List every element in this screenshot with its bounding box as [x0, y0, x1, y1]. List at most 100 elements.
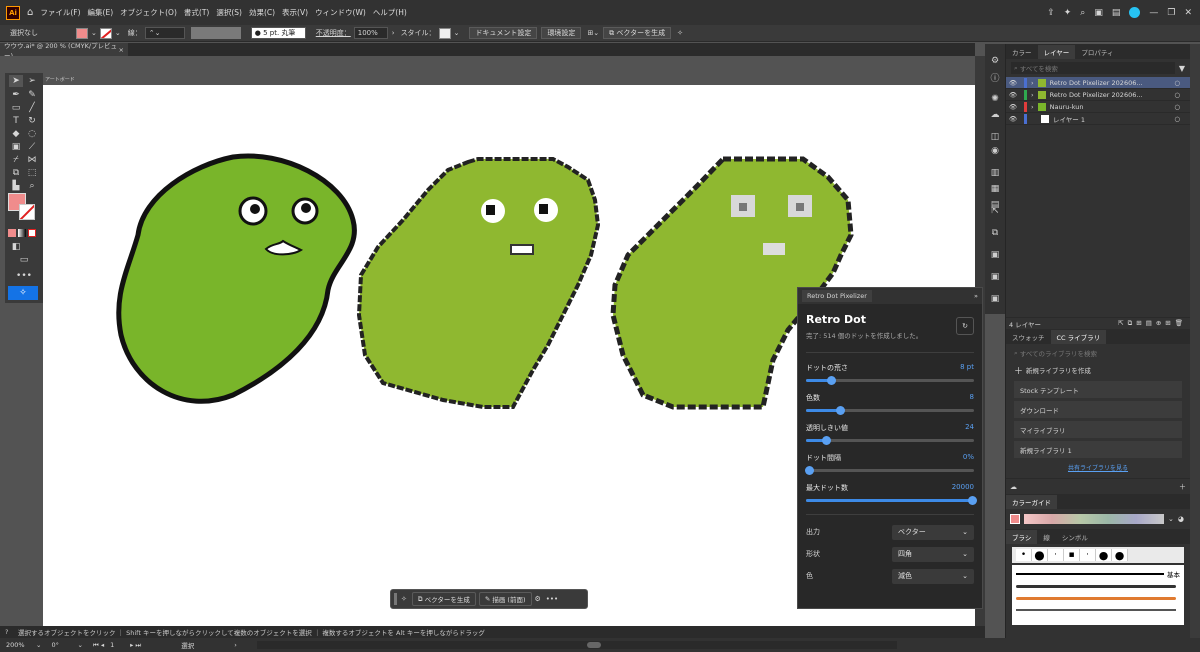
- chevron-down-icon[interactable]: ⌄: [77, 641, 82, 649]
- brushes-icon[interactable]: ☁: [989, 110, 1001, 120]
- layers-search-input[interactable]: ⌕ すべてを検索: [1011, 62, 1175, 74]
- target-icon[interactable]: ○: [1174, 115, 1180, 123]
- target-icon[interactable]: ○: [1174, 79, 1180, 87]
- rotation-field[interactable]: 0°: [51, 641, 77, 649]
- chevron-right-icon[interactable]: ›: [1031, 91, 1034, 99]
- slider-alpha-threshold[interactable]: 透明しきい値 24: [798, 423, 982, 445]
- shared-libraries-link[interactable]: 共有ライブラリを見る: [1006, 463, 1190, 472]
- menu-edit[interactable]: 編集(E): [88, 7, 114, 18]
- close-icon[interactable]: ✕: [1184, 8, 1192, 18]
- cloud-icon[interactable]: [1129, 7, 1141, 18]
- chevron-right-icon[interactable]: ›: [1031, 79, 1034, 87]
- document-tab[interactable]: ウウウ.ai* @ 200 % (CMYK/プレビュー) ×: [0, 42, 128, 60]
- artboard-tool-icon[interactable]: ⬚: [25, 167, 39, 179]
- more-icon[interactable]: •••: [546, 595, 558, 603]
- layer-row[interactable]: 👁 › Retro Dot Pixelizer 202606... ○: [1006, 89, 1190, 101]
- color-select[interactable]: 減色 ⌄: [892, 568, 974, 584]
- plugin-tool-icon[interactable]: ✧: [8, 286, 38, 300]
- magic-icon[interactable]: ✧: [677, 29, 683, 37]
- blend-tool-icon[interactable]: ⋈: [25, 154, 39, 166]
- type-tool-icon[interactable]: T: [9, 115, 23, 127]
- image-trace-icon[interactable]: ▣: [989, 250, 1001, 260]
- properties-icon[interactable]: ⚙: [989, 56, 1001, 66]
- library-item[interactable]: 新規ライブラリ 1: [1014, 441, 1182, 458]
- pen-tool-icon[interactable]: ✒: [9, 89, 23, 101]
- refresh-button[interactable]: ↻: [956, 317, 974, 335]
- draw-mode-icon[interactable]: ◧: [9, 241, 23, 253]
- restore-icon[interactable]: ❐: [1167, 8, 1175, 18]
- stroke-profile[interactable]: [190, 27, 241, 39]
- appearance-icon[interactable]: ✺: [989, 94, 1001, 104]
- target-icon[interactable]: ○: [1174, 91, 1180, 99]
- plugin-panel-icon-b[interactable]: ▣: [989, 294, 1001, 304]
- align-icon[interactable]: ▥: [989, 168, 1001, 178]
- discover-icon[interactable]: ✦: [1064, 8, 1072, 18]
- menu-window[interactable]: ウィンドウ(W): [315, 7, 366, 18]
- collapse-icon[interactable]: »: [974, 292, 978, 300]
- tab-cc-libraries[interactable]: CC ライブラリ: [1050, 330, 1107, 344]
- magic-icon[interactable]: ✧: [401, 595, 407, 603]
- chevron-down-icon[interactable]: ⌄: [36, 641, 41, 649]
- ctx-draw-button[interactable]: ✎ 描画 (前面): [478, 592, 532, 606]
- opacity-label[interactable]: 不透明度：: [316, 28, 351, 38]
- layer-row[interactable]: 👁 › Nauru-kun ○: [1006, 101, 1190, 113]
- visibility-icon[interactable]: 👁: [1006, 79, 1020, 87]
- brush-list[interactable]: 基本: [1012, 565, 1184, 625]
- slider-max-dots[interactable]: 最大ドット数 20000: [798, 483, 982, 505]
- transparency-icon[interactable]: ◫: [989, 132, 1001, 142]
- tab-stroke[interactable]: 線: [1037, 530, 1056, 544]
- layer-row[interactable]: 👁 › Retro Dot Pixelizer 202606... ○: [1006, 77, 1190, 89]
- menu-help[interactable]: ヘルプ(H): [373, 7, 407, 18]
- filter-icon[interactable]: ▼: [1179, 64, 1185, 73]
- visibility-icon[interactable]: 👁: [1006, 115, 1020, 123]
- chevron-right-icon[interactable]: ›: [392, 29, 395, 37]
- chevron-down-icon[interactable]: ⌄: [91, 29, 97, 37]
- settings-icon[interactable]: ⚙: [535, 595, 541, 603]
- arrange-docs-icon[interactable]: ⊞⌄: [587, 29, 599, 37]
- layer-actions-icons[interactable]: ⇱⧉⊞▤⊕⊞🗑: [1118, 319, 1187, 328]
- minimize-icon[interactable]: —: [1149, 8, 1158, 18]
- add-icon[interactable]: ＋: [1179, 482, 1186, 492]
- tab-color[interactable]: カラー: [1006, 45, 1038, 59]
- visibility-icon[interactable]: 👁: [1006, 91, 1020, 99]
- eyedropper-tool-icon[interactable]: ⌿: [9, 154, 23, 166]
- selection-tool-icon[interactable]: ➤: [9, 75, 23, 87]
- menu-object[interactable]: オブジェクト(O): [120, 7, 177, 18]
- slider-dot-size[interactable]: ドットの荒さ 8 pt: [798, 363, 982, 385]
- drag-handle[interactable]: [394, 593, 397, 605]
- shape-select[interactable]: 四角 ⌄: [892, 546, 974, 562]
- artboard-nav-next-icon[interactable]: ▸ ⏭: [130, 641, 141, 650]
- chevron-down-icon[interactable]: ⌄: [454, 29, 460, 37]
- slider-dot-gap[interactable]: ドット間隔 0%: [798, 453, 982, 475]
- artboard-nav-icon[interactable]: ⏮ ◂: [93, 641, 104, 650]
- stroke-color-swatch[interactable]: [19, 204, 35, 220]
- menu-file[interactable]: ファイル(F): [40, 7, 80, 18]
- library-item[interactable]: Stock テンプレート: [1014, 381, 1182, 398]
- tab-close-icon[interactable]: ×: [119, 46, 124, 54]
- target-icon[interactable]: ○: [1174, 103, 1180, 111]
- layer-row[interactable]: 👁 レイヤー 1 ○: [1006, 113, 1190, 125]
- lasso-tool-icon[interactable]: ◌: [25, 128, 39, 140]
- zoom-field[interactable]: 200%: [6, 641, 36, 649]
- preferences-button[interactable]: 環境設定: [541, 27, 582, 39]
- horizontal-scrollbar[interactable]: [256, 641, 897, 649]
- chevron-down-icon[interactable]: ⌄: [115, 29, 121, 37]
- output-select[interactable]: ベクター ⌄: [892, 524, 974, 540]
- stroke-swatch[interactable]: [99, 27, 112, 39]
- graphic-styles-icon[interactable]: ◉: [989, 146, 1001, 156]
- gradient-tool-icon[interactable]: ▣: [9, 141, 23, 153]
- graph-tool-icon[interactable]: ▙: [9, 180, 23, 192]
- brush-definition[interactable]: ● 5 pt. 丸筆: [250, 27, 306, 39]
- library-search-input[interactable]: ⌕ すべてのライブラリを検索: [1006, 344, 1190, 362]
- stroke-weight-field[interactable]: ⌃⌄: [144, 27, 185, 39]
- tab-symbols[interactable]: シンボル: [1056, 530, 1094, 544]
- menu-type[interactable]: 書式(T): [184, 7, 209, 18]
- fill-swatch[interactable]: [76, 27, 88, 39]
- knife-tool-icon[interactable]: ⟋: [25, 141, 39, 153]
- home-icon[interactable]: ⌂: [27, 7, 33, 18]
- paintbrush-tool-icon[interactable]: ╱: [25, 102, 39, 114]
- info-icon[interactable]: ⓘ: [989, 72, 1001, 84]
- tab-properties[interactable]: プロパティ: [1075, 45, 1119, 59]
- document-setup-button[interactable]: ドキュメント設定: [469, 27, 538, 39]
- zoom-tool-icon[interactable]: ⌕: [25, 180, 39, 192]
